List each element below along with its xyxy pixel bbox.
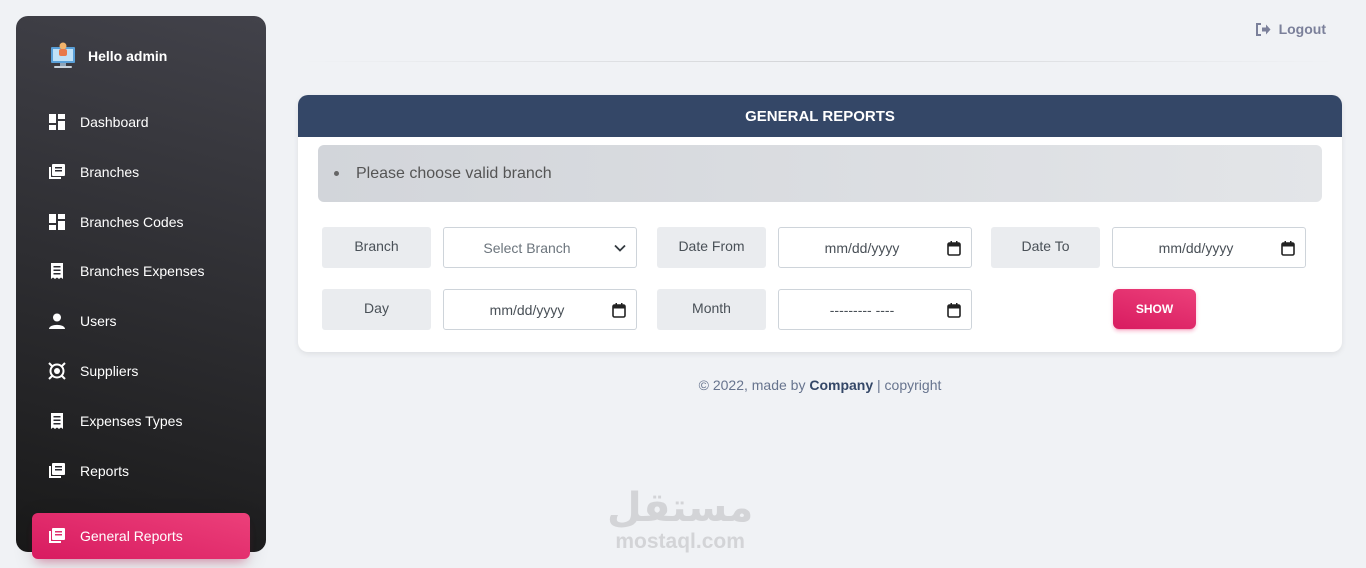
sidebar-item-suppliers[interactable]: Suppliers (32, 348, 250, 394)
sidebar-brand[interactable]: Hello admin (48, 40, 167, 72)
card-title: GENERAL REPORTS (745, 107, 895, 125)
alert-text: Please choose valid branch (356, 164, 552, 182)
sidebar-item-branches-codes[interactable]: Branches Codes (32, 199, 250, 245)
footer: © 2022, made by Company | copyright (298, 377, 1342, 393)
person-icon (48, 312, 66, 330)
alert-message: Please choose valid branch (318, 145, 1322, 202)
sidebar-item-label: Expenses Types (80, 412, 183, 429)
sidebar-item-branches-expenses[interactable]: Branches Expenses (32, 248, 250, 294)
sidebar-item-reports[interactable]: Reports (32, 448, 250, 494)
receipt-icon (48, 412, 66, 430)
calendar-icon[interactable] (1281, 241, 1295, 256)
calendar-icon[interactable] (947, 303, 961, 318)
sidebar: Hello admin Dashboard Branches Branches … (16, 16, 266, 559)
date-from-input[interactable]: mm/dd/yyyy (778, 227, 972, 268)
sidebar-item-label: Branches Expenses (80, 263, 205, 280)
sidebar-nav: Dashboard Branches Branches Codes Branch… (32, 99, 250, 559)
sidebar-item-label: Branches Codes (80, 213, 184, 230)
logout-button[interactable]: Logout (1255, 21, 1326, 37)
watermark-arabic: مستقل (607, 485, 754, 531)
sidebar-greeting: Hello admin (88, 48, 168, 64)
branch-select-value: Select Branch (483, 239, 571, 256)
date-from-value: mm/dd/yyyy (824, 239, 900, 256)
sidebar-item-label: Reports (80, 462, 130, 479)
sidebar-item-expenses-types[interactable]: Expenses Types (32, 398, 250, 444)
branch-label: Branch (322, 227, 431, 268)
sidebar-item-dashboard[interactable]: Dashboard (32, 99, 250, 145)
date-to-input[interactable]: mm/dd/yyyy (1112, 227, 1306, 268)
support-icon (48, 362, 66, 380)
receipt-icon (48, 262, 66, 280)
sidebar-item-label: Suppliers (80, 362, 139, 379)
library-icon (48, 462, 66, 480)
dashboard-icon (48, 213, 66, 231)
branch-select[interactable]: Select Branch (443, 227, 637, 268)
month-input[interactable]: --------- ---- (778, 289, 972, 330)
top-divider (298, 61, 1340, 62)
date-to-value: mm/dd/yyyy (1158, 239, 1234, 256)
date-from-label: Date From (657, 227, 766, 268)
footer-suffix: | copyright (877, 377, 942, 393)
logout-label: Logout (1278, 21, 1326, 37)
day-label: Day (322, 289, 431, 330)
calendar-icon[interactable] (947, 241, 961, 256)
general-reports-card: GENERAL REPORTS Please choose valid bran… (298, 95, 1342, 352)
bullet-icon (334, 171, 339, 176)
chevron-down-icon (614, 244, 626, 252)
sidebar-item-general-reports[interactable]: General Reports (32, 513, 250, 559)
logout-icon (1255, 22, 1271, 36)
show-button[interactable]: SHOW (1113, 289, 1196, 329)
watermark-latin: mostaql.com (615, 530, 745, 553)
day-input[interactable]: mm/dd/yyyy (443, 289, 637, 330)
dashboard-icon (48, 113, 66, 131)
month-label: Month (657, 289, 766, 330)
sidebar-item-label: Branches (80, 163, 140, 180)
month-value: --------- ---- (829, 301, 895, 318)
day-value: mm/dd/yyyy (489, 301, 565, 318)
footer-prefix: © 2022, made by (698, 377, 806, 393)
admin-computer-icon (51, 42, 75, 68)
sidebar-item-label: Dashboard (80, 114, 149, 130)
sidebar-item-label: Users (80, 313, 117, 330)
sidebar-item-branches[interactable]: Branches (32, 149, 250, 195)
calendar-icon[interactable] (612, 303, 626, 318)
footer-company-link[interactable]: Company (809, 377, 873, 393)
watermark-logo: مستقل mostaql.com (607, 488, 753, 554)
sidebar-item-label: General Reports (80, 528, 183, 544)
sidebar-item-users[interactable]: Users (32, 298, 250, 344)
date-to-label: Date To (991, 227, 1100, 268)
library-icon (48, 163, 66, 181)
library-icon (48, 527, 66, 545)
card-header: GENERAL REPORTS (298, 95, 1342, 137)
